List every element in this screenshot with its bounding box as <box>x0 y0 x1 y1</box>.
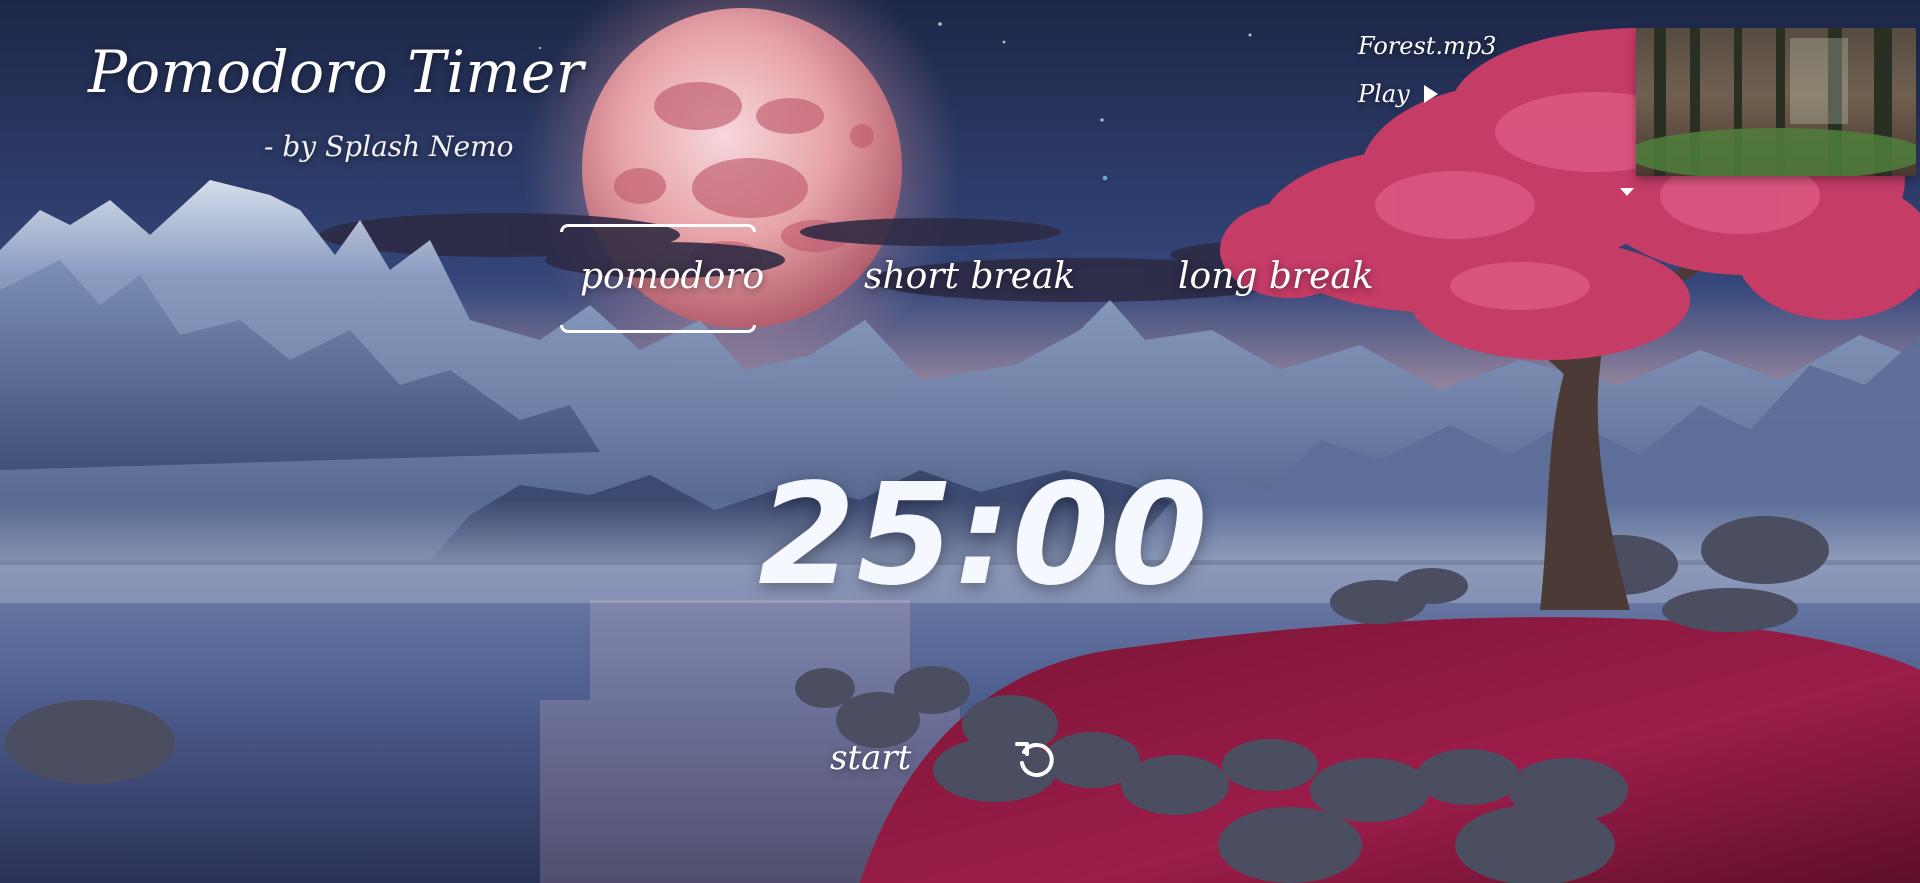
music-panel: Forest.mp3 Play <box>1358 32 1496 108</box>
track-name: Forest.mp3 <box>1358 32 1497 60</box>
forest-thumbnail-image <box>1636 28 1916 176</box>
play-label: Play <box>1358 80 1410 108</box>
tab-short-break[interactable]: short break <box>864 256 1075 297</box>
play-button[interactable]: Play <box>1358 80 1496 108</box>
caret-down-icon[interactable] <box>1620 188 1634 196</box>
page-title: Pomodoro Timer <box>88 38 584 106</box>
page-subtitle: - by Splash Nemo <box>264 130 514 163</box>
timer-controls: start <box>830 734 1059 782</box>
tab-pomodoro[interactable]: pomodoro <box>559 224 764 333</box>
music-thumbnail <box>1636 28 1916 176</box>
refresh-icon[interactable] <box>1011 734 1059 782</box>
app-stage: Pomodoro Timer - by Splash Nemo pomodoro… <box>0 0 1920 883</box>
play-icon <box>1423 85 1438 103</box>
tab-long-break[interactable]: long break <box>1178 256 1374 297</box>
timer-display: 25:00 <box>758 454 1209 617</box>
start-button[interactable]: start <box>830 738 911 778</box>
